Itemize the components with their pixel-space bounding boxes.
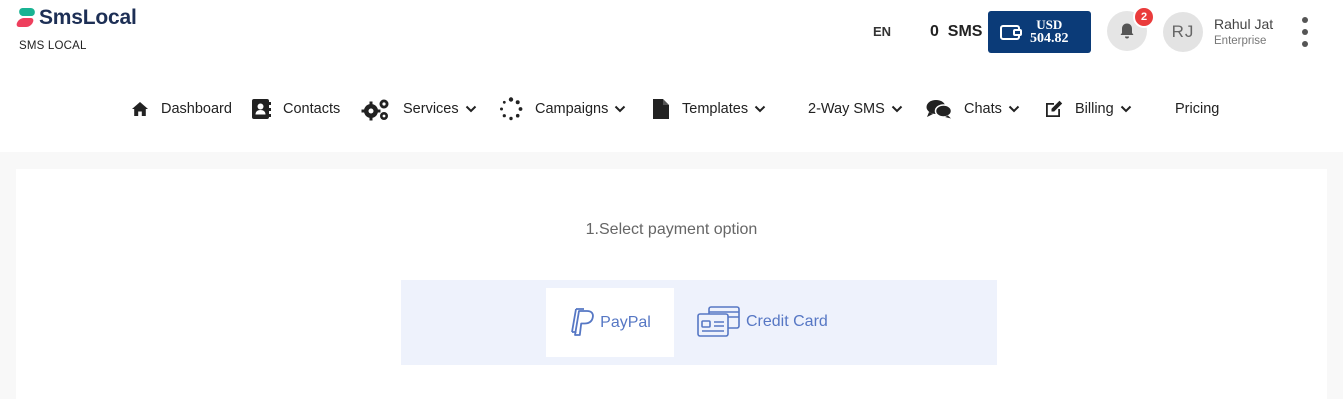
nav-chats[interactable]: Chats (926, 96, 1020, 122)
user-avatar[interactable]: RJ (1163, 12, 1203, 52)
brand-logo[interactable]: SmsLocal (16, 6, 137, 30)
chevron-down-icon (754, 105, 766, 113)
sms-count-value: 0 (930, 23, 939, 40)
payment-option-label: Credit Card (746, 313, 828, 330)
nav-dashboard[interactable]: Dashboard (131, 96, 232, 122)
brand-name: SmsLocal (39, 6, 137, 29)
top-header: SmsLocal SMS LOCAL EN 0 SMS USD 504.82 2… (0, 0, 1343, 152)
chevron-down-icon (465, 105, 477, 113)
nav-label: Contacts (283, 101, 341, 117)
gears-icon (361, 97, 391, 121)
nav-label: Services (403, 101, 459, 117)
payment-option-credit-card[interactable]: Credit Card (697, 306, 828, 338)
step-title: 1.Select payment option (585, 221, 758, 238)
nav-contacts[interactable]: Contacts (251, 96, 340, 122)
nav-label: Templates (682, 101, 749, 117)
paypal-icon (569, 307, 595, 338)
nav-billing[interactable]: Billing (1045, 96, 1132, 122)
address-book-icon (251, 98, 271, 120)
nav-services[interactable]: Services (361, 96, 477, 122)
payment-option-paypal[interactable]: PayPal (546, 288, 674, 357)
wallet-button[interactable]: USD 504.82 (988, 11, 1091, 53)
chevron-down-icon (1008, 105, 1020, 113)
more-menu-icon[interactable] (1297, 17, 1313, 47)
nav-templates[interactable]: Templates (652, 96, 766, 122)
chevron-down-icon (1120, 105, 1132, 113)
nav-label: Campaigns (535, 101, 609, 117)
language-selector[interactable]: EN (873, 24, 891, 39)
nav-label: Billing (1075, 101, 1114, 117)
nav-label: Pricing (1175, 101, 1220, 117)
nav-label: Chats (964, 101, 1002, 117)
user-name[interactable]: Rahul Jat (1214, 16, 1273, 32)
home-icon (131, 101, 149, 117)
bell-icon (1120, 23, 1134, 39)
brand-subtitle: SMS LOCAL (19, 40, 87, 52)
edit-icon (1045, 100, 1063, 118)
credit-card-icon (697, 306, 741, 338)
nav-campaigns[interactable]: Campaigns (499, 96, 626, 122)
chevron-down-icon (614, 105, 626, 113)
chevron-down-icon (891, 105, 903, 113)
nav-two-way-sms[interactable]: 2-Way SMS (808, 96, 903, 122)
chat-bubbles-icon (926, 99, 952, 119)
nav-pricing[interactable]: Pricing (1175, 96, 1219, 122)
logo-mark-icon (16, 7, 37, 29)
notification-count-badge: 2 (1133, 6, 1155, 28)
user-role: Enterprise (1214, 35, 1267, 47)
nav-label: 2-Way SMS (808, 101, 885, 117)
payment-option-label: PayPal (600, 313, 651, 331)
sms-balance: 0 SMS (930, 23, 982, 41)
nav-label: Dashboard (161, 101, 232, 117)
wallet-amount: 504.82 (1030, 31, 1069, 46)
sms-unit-label: SMS (947, 23, 983, 40)
file-icon (652, 98, 670, 120)
spinner-icon (499, 97, 523, 121)
wallet-currency: USD (1036, 17, 1063, 32)
wallet-icon (1000, 23, 1022, 41)
